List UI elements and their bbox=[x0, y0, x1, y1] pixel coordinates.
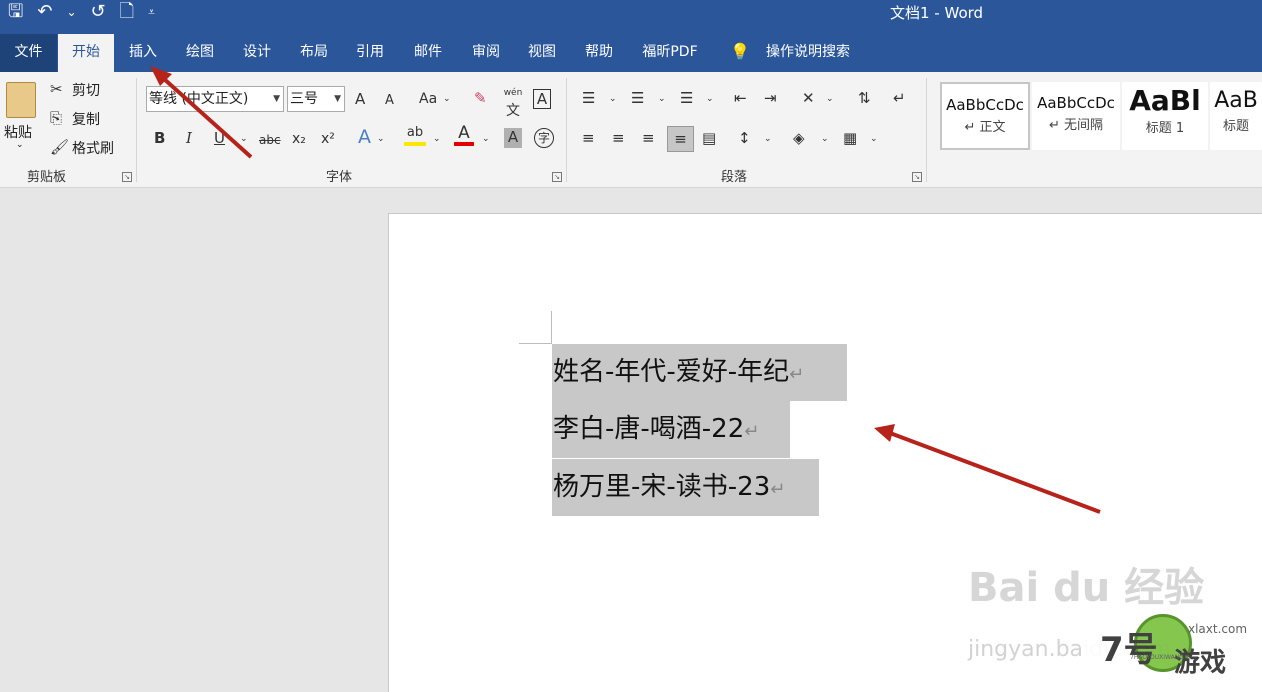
annotation-arrows bbox=[150, 66, 1101, 514]
arrow-to-insert-tab bbox=[150, 66, 253, 159]
arrow-to-selection bbox=[874, 424, 1101, 514]
